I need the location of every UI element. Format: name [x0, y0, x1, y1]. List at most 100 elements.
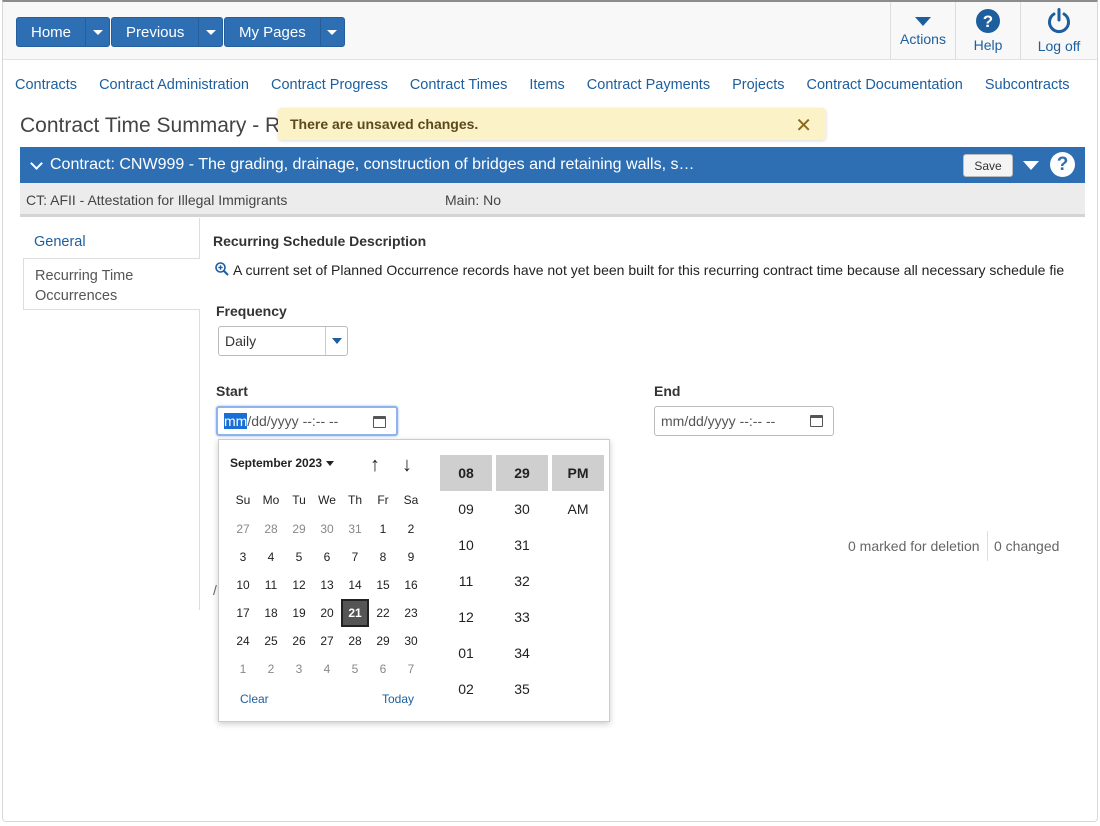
minute-option[interactable]: 30: [496, 491, 548, 527]
calendar-day[interactable]: 5: [285, 543, 313, 571]
previous-dropdown-toggle[interactable]: [198, 18, 222, 46]
my-pages-button[interactable]: My Pages: [224, 17, 345, 47]
calendar-day[interactable]: 2: [257, 655, 285, 683]
start-rest-segment[interactable]: /dd/yyyy --:-- --: [247, 413, 338, 429]
calendar-day[interactable]: 28: [257, 515, 285, 543]
calendar-day[interactable]: 27: [229, 515, 257, 543]
menu-item-subcontracts[interactable]: Subcontracts: [985, 77, 1070, 93]
menu-item-contract-administration[interactable]: Contract Administration: [99, 77, 249, 93]
menu-item-projects[interactable]: Projects: [732, 77, 784, 93]
help-button[interactable]: ? Help: [955, 2, 1020, 60]
previous-month-arrow-icon[interactable]: ↑: [370, 454, 380, 477]
calendar-day[interactable]: 29: [369, 627, 397, 655]
calendar-day[interactable]: 29: [285, 515, 313, 543]
today-button[interactable]: Today: [382, 692, 414, 706]
help-icon[interactable]: ?: [1050, 152, 1075, 177]
calendar-day[interactable]: 23: [397, 599, 425, 627]
calendar-day[interactable]: 25: [257, 627, 285, 655]
contract-type: CT: AFII - Attestation for Illegal Immig…: [26, 192, 288, 208]
calendar-day[interactable]: 16: [397, 571, 425, 599]
menu-item-contract-documentation[interactable]: Contract Documentation: [806, 77, 962, 93]
next-month-arrow-icon[interactable]: ↓: [402, 454, 412, 477]
calendar-day[interactable]: 1: [369, 515, 397, 543]
menu-item-contract-progress[interactable]: Contract Progress: [271, 77, 388, 93]
calendar-day[interactable]: 7: [341, 543, 369, 571]
calendar-icon[interactable]: [373, 416, 386, 428]
calendar-day[interactable]: 6: [313, 543, 341, 571]
calendar-day[interactable]: 9: [397, 543, 425, 571]
minute-option[interactable]: 32: [496, 563, 548, 599]
calendar-day[interactable]: 11: [257, 571, 285, 599]
calendar-day[interactable]: 4: [257, 543, 285, 571]
chevron-down-icon[interactable]: [325, 327, 347, 355]
calendar-day[interactable]: 26: [285, 627, 313, 655]
calendar-day[interactable]: 14: [341, 571, 369, 599]
menu-item-contract-payments[interactable]: Contract Payments: [587, 77, 710, 93]
hour-option[interactable]: 02: [440, 671, 492, 707]
calendar-day[interactable]: 28: [341, 627, 369, 655]
logoff-button[interactable]: Log off: [1020, 2, 1097, 60]
calendar-day[interactable]: 24: [229, 627, 257, 655]
hour-option[interactable]: 11: [440, 563, 492, 599]
calendar-day[interactable]: 15: [369, 571, 397, 599]
previous-button[interactable]: Previous: [111, 17, 224, 47]
calendar-day[interactable]: 31: [341, 515, 369, 543]
calendar-day[interactable]: 10: [229, 571, 257, 599]
toast-message: There are unsaved changes.: [290, 116, 479, 132]
calendar-day[interactable]: 6: [369, 655, 397, 683]
calendar-day[interactable]: 22: [369, 599, 397, 627]
hour-option[interactable]: 08: [440, 455, 492, 491]
hour-option[interactable]: 01: [440, 635, 492, 671]
calendar-day[interactable]: 1: [229, 655, 257, 683]
menu-item-items[interactable]: Items: [529, 77, 564, 93]
minute-option[interactable]: 34: [496, 635, 548, 671]
calendar-day[interactable]: 30: [397, 627, 425, 655]
month-selector[interactable]: September 2023: [230, 456, 335, 470]
caret-down-icon[interactable]: [1023, 161, 1039, 170]
clear-button[interactable]: Clear: [240, 692, 269, 706]
home-button[interactable]: Home: [16, 17, 111, 47]
calendar-day[interactable]: 5: [341, 655, 369, 683]
calendar-day[interactable]: 7: [397, 655, 425, 683]
calendar-day[interactable]: 27: [313, 627, 341, 655]
calendar-day[interactable]: 18: [257, 599, 285, 627]
calendar-day[interactable]: 17: [229, 599, 257, 627]
hour-option[interactable]: 10: [440, 527, 492, 563]
tab-recurring-time-occurrences[interactable]: Recurring Time Occurrences: [23, 258, 200, 310]
calendar-day[interactable]: 3: [285, 655, 313, 683]
menu-item-contract-times[interactable]: Contract Times: [410, 77, 508, 93]
minute-option[interactable]: 33: [496, 599, 548, 635]
frequency-select[interactable]: Daily: [218, 326, 348, 356]
weekday-header: Su: [235, 493, 251, 507]
contract-header-bar[interactable]: Contract: CNW999 - The grading, drainage…: [20, 147, 1085, 183]
ampm-option[interactable]: AM: [552, 491, 604, 527]
hour-option[interactable]: 09: [440, 491, 492, 527]
hour-option[interactable]: 12: [440, 599, 492, 635]
calendar-day[interactable]: 21: [341, 599, 369, 627]
calendar-day[interactable]: 3: [229, 543, 257, 571]
calendar-day[interactable]: 19: [285, 599, 313, 627]
calendar-day[interactable]: 8: [369, 543, 397, 571]
chevron-down-icon[interactable]: [30, 156, 43, 170]
calendar-day[interactable]: 4: [313, 655, 341, 683]
end-datetime-input[interactable]: mm/dd/yyyy --:-- --: [654, 406, 834, 436]
save-button[interactable]: Save: [963, 154, 1013, 177]
minute-option[interactable]: 35: [496, 671, 548, 707]
calendar-icon[interactable]: [810, 415, 823, 427]
my-pages-dropdown-toggle[interactable]: [319, 18, 344, 46]
menu-item-contracts[interactable]: Contracts: [15, 77, 77, 93]
ampm-option[interactable]: PM: [552, 455, 604, 491]
start-month-segment[interactable]: mm: [224, 413, 248, 429]
calendar-day[interactable]: 13: [313, 571, 341, 599]
calendar-day[interactable]: 12: [285, 571, 313, 599]
actions-button[interactable]: Actions: [890, 2, 955, 60]
calendar-day[interactable]: 2: [397, 515, 425, 543]
home-dropdown-toggle[interactable]: [85, 18, 109, 46]
minute-option[interactable]: 31: [496, 527, 548, 563]
calendar-day[interactable]: 30: [313, 515, 341, 543]
close-icon[interactable]: ✕: [795, 113, 812, 138]
tab-general[interactable]: General: [23, 227, 200, 257]
minute-option[interactable]: 29: [496, 455, 548, 491]
start-datetime-input[interactable]: mm/dd/yyyy --:-- --: [216, 406, 398, 436]
calendar-day[interactable]: 20: [313, 599, 341, 627]
